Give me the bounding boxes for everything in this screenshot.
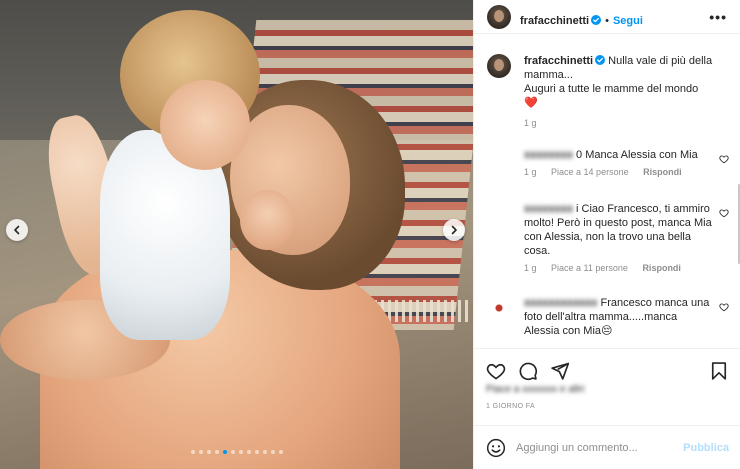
comment-avatar[interactable] <box>487 202 511 226</box>
like-heart-icon[interactable] <box>486 361 506 381</box>
carousel-dot[interactable] <box>214 450 219 454</box>
caption-username[interactable]: frafacchinetti <box>524 55 593 67</box>
comment-username-blurred[interactable]: xxxxxxxx <box>524 149 573 161</box>
save-bookmark-icon[interactable] <box>709 361 729 381</box>
follow-button[interactable]: Segui <box>613 15 643 27</box>
carousel-dot[interactable] <box>238 450 243 454</box>
carousel-prev-button[interactable] <box>6 219 28 241</box>
carousel-dot[interactable] <box>246 450 251 454</box>
reply-button[interactable]: Rispondi <box>643 167 682 177</box>
caption-line-2: Auguri a tutte le mamme del mondo <box>524 83 699 95</box>
comment-username-blurred[interactable]: xxxxxxxx <box>524 203 573 215</box>
post-date[interactable]: 1 GIORNO FA <box>486 403 535 410</box>
carousel-dot[interactable] <box>206 450 211 454</box>
chevron-left-icon <box>14 225 20 235</box>
post-side-panel: frafacchinetti • Segui ••• frafacchinetti … <box>473 0 740 469</box>
carousel-dot[interactable] <box>190 450 195 454</box>
caption-heart-emoji: ❤️ <box>524 97 538 109</box>
comment-bubble-icon[interactable] <box>518 361 538 381</box>
carousel-dot[interactable] <box>262 450 267 454</box>
like-comment-heart-icon[interactable] <box>719 302 729 312</box>
caption-time[interactable]: 1 g <box>524 118 537 128</box>
like-comment-heart-icon[interactable] <box>719 208 729 218</box>
instagram-post-modal: frafacchinetti • Segui ••• frafacchinetti … <box>0 0 740 469</box>
comment-text: 0 Manca Alessia con Mia <box>576 149 698 161</box>
carousel-dot[interactable] <box>254 450 259 454</box>
comment-time[interactable]: 1 g <box>524 263 537 273</box>
header-separator: • <box>605 15 609 27</box>
carousel-next-button[interactable] <box>443 219 465 241</box>
author-username[interactable]: frafacchinetti <box>520 15 589 27</box>
like-comment-heart-icon[interactable] <box>719 154 729 164</box>
verified-badge-icon <box>595 55 606 65</box>
share-paper-plane-icon[interactable] <box>550 361 570 381</box>
comment-time[interactable]: 1 g <box>524 167 537 177</box>
carousel-dot[interactable] <box>222 450 227 454</box>
comments-list[interactable]: frafacchinetti Nulla vale di più della m… <box>474 34 740 348</box>
publish-button[interactable]: Pubblica <box>683 442 729 454</box>
more-options-icon[interactable]: ••• <box>709 9 727 25</box>
verified-badge-icon <box>591 15 602 25</box>
comment-input[interactable] <box>516 438 676 458</box>
comment-likes[interactable]: Piace a 11 persone <box>551 263 628 273</box>
add-comment-bar: Pubblica <box>474 425 740 469</box>
comment-avatar[interactable] <box>487 296 511 320</box>
carousel-dot[interactable] <box>230 450 235 454</box>
author-avatar[interactable] <box>487 5 511 29</box>
chevron-right-icon <box>451 225 457 235</box>
emoji-icon[interactable] <box>486 438 506 458</box>
carousel-dot[interactable] <box>270 450 275 454</box>
reply-button[interactable]: Rispondi <box>642 263 681 273</box>
comment-avatar[interactable] <box>487 144 511 168</box>
carousel-dot[interactable] <box>198 450 203 454</box>
post-photo[interactable] <box>0 0 473 469</box>
carousel-dots <box>0 450 473 454</box>
post-header: frafacchinetti • Segui ••• <box>474 0 740 34</box>
carousel-dot[interactable] <box>278 450 283 454</box>
comment-username-blurred[interactable]: xxxxxxxxxxxx <box>524 297 597 309</box>
caption-avatar[interactable] <box>487 54 511 78</box>
likes-summary-blurred[interactable]: Piace a xxxxxxx e altri <box>486 384 584 395</box>
comment-likes[interactable]: Piace a 14 persone <box>551 167 629 177</box>
